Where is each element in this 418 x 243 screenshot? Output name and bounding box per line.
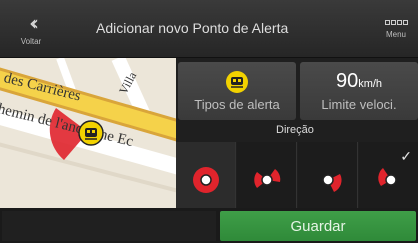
menu-grid-icon bbox=[384, 19, 408, 25]
menu-label: Menu bbox=[385, 29, 406, 39]
back-chevron-icon: ‹‹ bbox=[29, 10, 39, 35]
back-button[interactable]: ‹‹ Voltar bbox=[2, 4, 60, 54]
top-bar: ‹‹ Voltar Adicionar novo Ponto de Alerta… bbox=[0, 0, 418, 58]
bottom-spacer bbox=[2, 211, 216, 241]
direction-selected-button[interactable]: ✓ bbox=[359, 142, 418, 208]
direction-label: Direção bbox=[276, 124, 314, 136]
direction-all-icon bbox=[193, 167, 219, 193]
alert-settings-panel: Tipos de alerta 90km/h Limite veloci. Di… bbox=[176, 58, 418, 208]
map-view[interactable]: des Carrières hemin de l'ancienne Ec Vil… bbox=[0, 58, 176, 208]
bottom-bar: Guardar bbox=[0, 208, 418, 243]
direction-backward-icon bbox=[322, 174, 342, 192]
back-label: Voltar bbox=[20, 36, 42, 46]
speed-limit-label: Limite veloci. bbox=[321, 97, 397, 112]
save-button[interactable]: Guardar bbox=[220, 211, 416, 241]
alert-types-label: Tipos de alerta bbox=[194, 96, 280, 112]
railway-crossing-icon bbox=[226, 70, 248, 93]
direction-forward-icon bbox=[254, 169, 281, 188]
direction-options: ✓ bbox=[176, 142, 418, 208]
alert-types-button[interactable]: Tipos de alerta bbox=[178, 62, 296, 120]
direction-backward-button[interactable] bbox=[298, 142, 358, 208]
railway-crossing-icon bbox=[78, 120, 104, 146]
speed-limit-button[interactable]: 90km/h Limite veloci. bbox=[300, 62, 418, 120]
page-title: Adicionar novo Ponto de Alerta bbox=[96, 20, 289, 36]
speed-limit-value: 90km/h bbox=[335, 70, 383, 92]
direction-all-button[interactable] bbox=[176, 142, 236, 208]
direction-forward-button[interactable] bbox=[237, 142, 297, 208]
checkmark-icon: ✓ bbox=[400, 148, 412, 164]
menu-button[interactable]: Menu bbox=[376, 4, 416, 54]
